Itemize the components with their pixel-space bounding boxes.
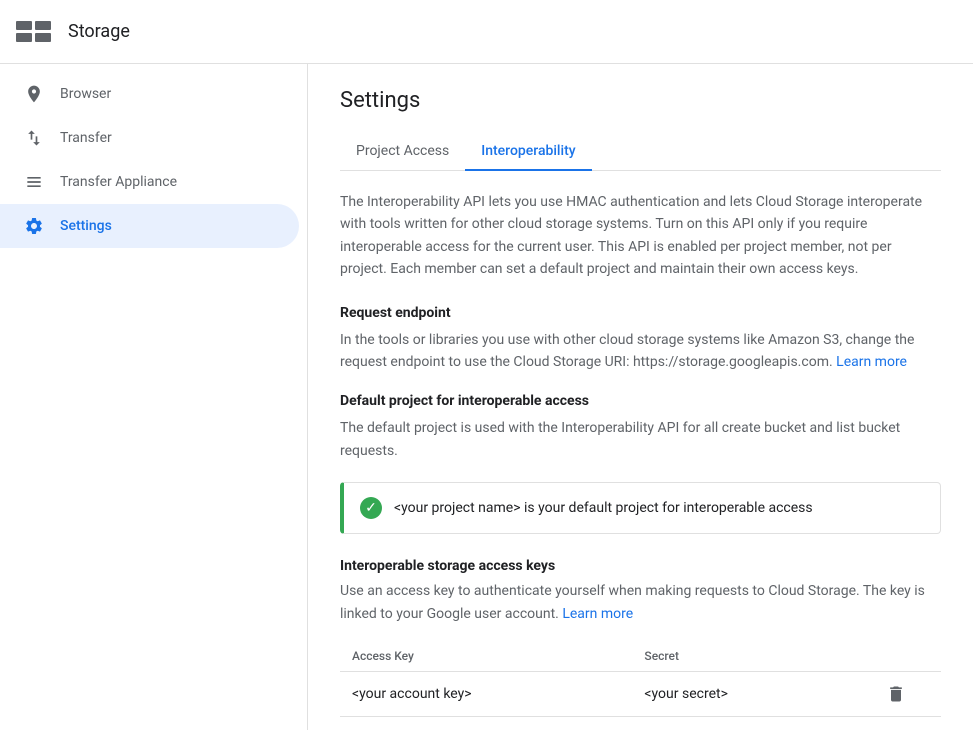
sidebar-item-transfer[interactable]: Transfer [0, 116, 299, 160]
sidebar-item-browser[interactable]: Browser [0, 72, 299, 116]
request-endpoint-title: Request endpoint [340, 305, 941, 321]
access-key-value: <your account key> [340, 671, 632, 716]
settings-icon [24, 216, 44, 236]
delete-cell[interactable] [851, 671, 941, 716]
request-endpoint-body: In the tools or libraries you use with o… [340, 332, 914, 370]
app-logo: Storage [16, 16, 130, 48]
intro-description: The Interoperability API lets you use HM… [340, 191, 941, 281]
access-keys-title: Interoperable storage access keys [340, 558, 941, 574]
sidebar-transfer-label: Transfer [60, 130, 112, 146]
request-endpoint-section: Request endpoint In the tools or librari… [340, 305, 941, 374]
secret-value: <your secret> [632, 671, 851, 716]
interoperability-panel: The Interoperability API lets you use HM… [340, 191, 941, 730]
default-project-text: The default project is used with the Int… [340, 417, 941, 462]
col-access-key: Access Key [340, 641, 632, 672]
sidebar-browser-label: Browser [60, 86, 111, 102]
sidebar-item-settings[interactable]: Settings [0, 204, 299, 248]
sidebar-appliance-label: Transfer Appliance [60, 174, 177, 190]
access-keys-desc: Use an access key to authenticate yourse… [340, 580, 941, 625]
sidebar: Browser Transfer Transfer Appliance [0, 64, 308, 730]
content-area: Settings Project Access Interoperability… [308, 64, 973, 730]
check-icon: ✓ [360, 497, 382, 519]
main-layout: Browser Transfer Transfer Appliance [0, 64, 973, 730]
request-endpoint-text: In the tools or libraries you use with o… [340, 329, 941, 374]
page-title: Settings [340, 88, 941, 113]
delete-key-icon[interactable] [863, 684, 929, 704]
default-project-title: Default project for interoperable access [340, 393, 941, 409]
access-keys-table: Access Key Secret <your account key> <yo… [340, 641, 941, 717]
tabs-bar: Project Access Interoperability [340, 133, 941, 171]
access-keys-learn-more[interactable]: Learn more [562, 606, 633, 622]
browser-icon [24, 84, 44, 104]
top-bar: Storage [0, 0, 973, 64]
default-project-section: Default project for interoperable access… [340, 393, 941, 534]
table-row: <your account key> <your secret> [340, 671, 941, 716]
storage-icon [16, 16, 56, 48]
app-title: Storage [68, 21, 130, 42]
col-secret: Secret [632, 641, 851, 672]
appliance-icon [24, 172, 44, 192]
default-project-box-text: <your project name> is your default proj… [394, 500, 813, 516]
access-keys-section: Interoperable storage access keys Use an… [340, 558, 941, 730]
request-endpoint-learn-more[interactable]: Learn more [836, 354, 907, 370]
transfer-icon [24, 128, 44, 148]
tab-interoperability[interactable]: Interoperability [465, 133, 591, 171]
default-project-box: ✓ <your project name> is your default pr… [340, 482, 941, 534]
tab-project-access[interactable]: Project Access [340, 133, 465, 171]
sidebar-item-transfer-appliance[interactable]: Transfer Appliance [0, 160, 299, 204]
sidebar-settings-label: Settings [60, 218, 112, 234]
col-actions [851, 641, 941, 672]
